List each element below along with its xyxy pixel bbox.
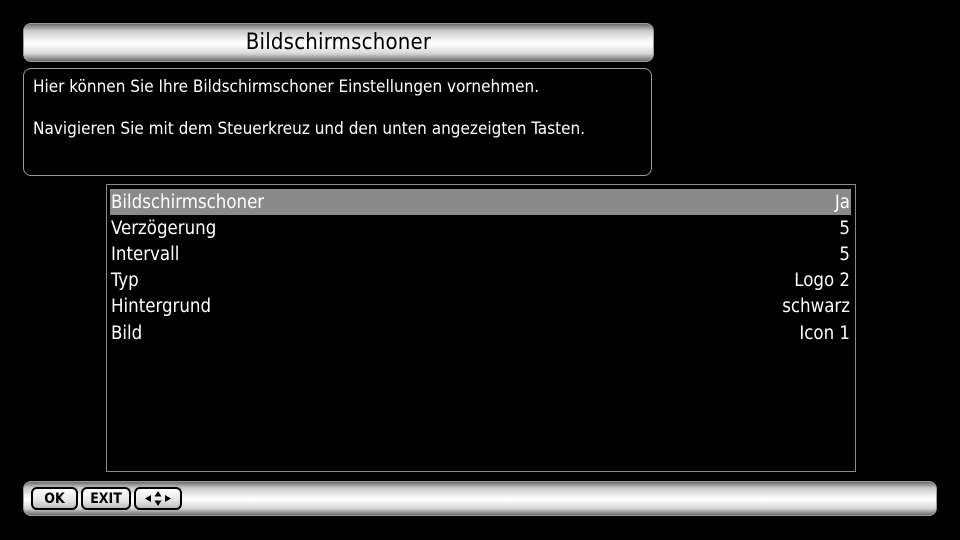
dpad-arrows-icon	[145, 491, 171, 506]
setting-row-typ[interactable]: Typ Logo 2	[110, 268, 851, 294]
setting-value: Ja	[834, 191, 850, 213]
setting-label: Typ	[111, 270, 139, 292]
setting-row-hintergrund[interactable]: Hintergrund schwarz	[110, 294, 851, 320]
footer-bar: OK EXIT	[23, 481, 937, 516]
setting-label: Verzögerung	[111, 217, 217, 239]
setting-value: Icon 1	[799, 322, 850, 344]
info-line-1: Hier können Sie Ihre Bildschirmschoner E…	[33, 77, 540, 97]
exit-button[interactable]: EXIT	[81, 487, 131, 510]
setting-row-verzoegerung[interactable]: Verzögerung 5	[110, 215, 851, 241]
setting-value: 5	[839, 243, 850, 265]
ok-button[interactable]: OK	[31, 487, 78, 510]
page-title: Bildschirmschoner	[245, 30, 432, 55]
setting-value: schwarz	[782, 296, 850, 318]
info-line-2: Navigieren Sie mit dem Steuerkreuz und d…	[33, 119, 586, 139]
setting-label: Bild	[111, 322, 143, 344]
setting-label: Intervall	[111, 243, 180, 265]
setting-value: 5	[839, 217, 850, 239]
setting-label: Bildschirmschoner	[111, 191, 265, 213]
setting-row-intervall[interactable]: Intervall 5	[110, 241, 851, 267]
info-box: Hier können Sie Ihre Bildschirmschoner E…	[23, 68, 652, 176]
setting-row-bildschirmschoner[interactable]: Bildschirmschoner Ja	[110, 189, 851, 216]
setting-label: Hintergrund	[111, 296, 212, 318]
setting-row-bild[interactable]: Bild Icon 1	[110, 320, 851, 346]
setting-value: Logo 2	[794, 270, 850, 292]
settings-list: Bildschirmschoner Ja Verzögerung 5 Inter…	[106, 184, 856, 472]
navigation-button[interactable]	[134, 487, 182, 510]
title-bar: Bildschirmschoner	[23, 23, 654, 62]
